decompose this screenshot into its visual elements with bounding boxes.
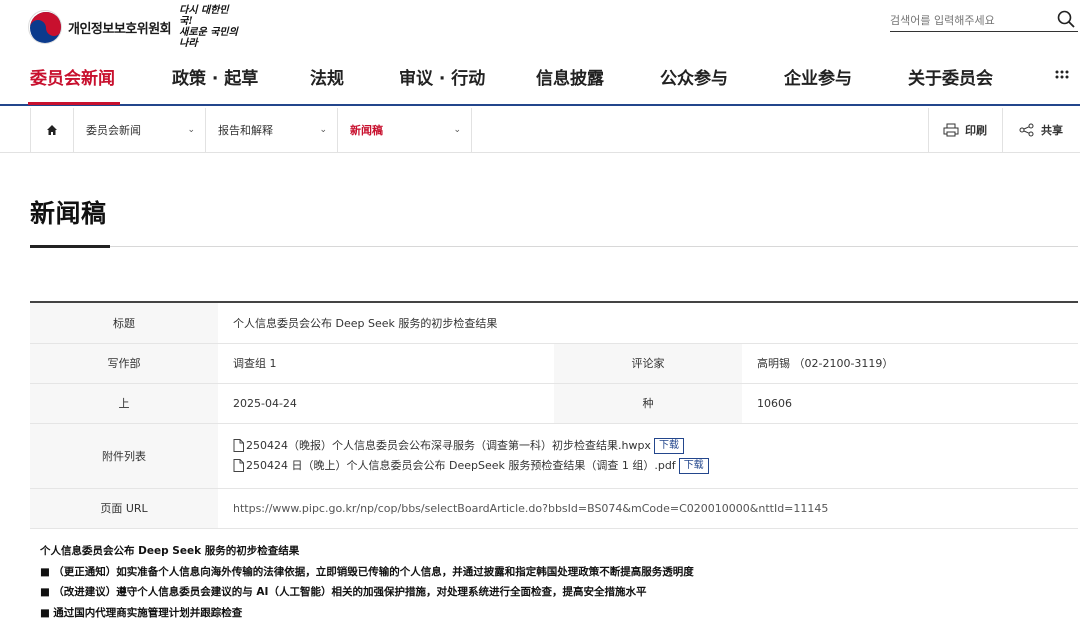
page-title: 新闻稿 (30, 199, 107, 228)
breadcrumb-item-reports[interactable]: 报告和解释 ⌄ (206, 108, 338, 152)
attachments-label: 附件列表 (30, 423, 218, 489)
breadcrumb-label: 新闻稿 (350, 124, 383, 137)
body-line: ■ （更正通知）如实准备个人信息向海外传输的法律依据，立即销毁已传输的个人信息，… (40, 562, 694, 583)
dept-label: 写作部 (30, 343, 218, 384)
body-line-text: 通过国内代理商实施管理计划并跟踪检查 (53, 606, 243, 619)
home-icon[interactable] (30, 108, 74, 152)
taegeuk-logo-icon (28, 10, 62, 44)
org-name: 개인정보보호위원회 (68, 21, 172, 37)
share-button[interactable]: 共享 (1002, 108, 1080, 152)
download-button[interactable]: 下载 (653, 437, 684, 454)
date-value: 2025-04-24 (218, 383, 554, 424)
nav-item-public[interactable]: 公众参与 (660, 64, 728, 89)
reviewer-label: 评论家 (554, 343, 742, 384)
file-icon (233, 439, 244, 452)
article-body: 个人信息委员会公布 Deep Seek 服务的初步检查结果 ■ （更正通知）如实… (40, 541, 694, 619)
nav-item-policy[interactable]: 政策 · 起草 (172, 64, 258, 89)
breadcrumb: 委员会新闻 ⌄ 报告和解释 ⌄ 新闻稿 ⌄ 印刷 共享 (0, 108, 1080, 153)
attachment-filename[interactable]: 250424（晚报）个人信息委员会公布深寻服务（调查第一科）初步检查结果.hwp… (246, 436, 651, 456)
article-lead: 个人信息委员会公布 Deep Seek 服务的初步检查结果 (40, 545, 300, 557)
attachment-item: 250424 日（晚上）个人信息委员会公布 DeepSeek 服务预检查结果（调… (233, 456, 1078, 476)
body-line-text: （更正通知）如实准备个人信息向海外传输的法律依据，立即销毁已传输的个人信息，并通… (53, 565, 694, 578)
nav-item-business[interactable]: 企业参与 (784, 64, 852, 89)
url-label: 页面 URL (30, 488, 218, 529)
views-value: 10606 (742, 383, 1078, 424)
nav-item-review[interactable]: 审议 · 行动 (399, 64, 485, 89)
bullet: ■ (40, 586, 50, 598)
print-icon (943, 123, 959, 137)
nav-item-about[interactable]: 关于委员会 (908, 64, 993, 89)
table-row: 上 2025-04-24 种 10606 (30, 383, 1078, 424)
body-line-text: （改进建议）遵守个人信息委员会建议的与 AI（人工智能）相关的加强保护措施，对处… (53, 586, 647, 598)
slogan-line-1: 다시 대한민국! (179, 5, 229, 27)
date-label: 上 (30, 383, 218, 424)
breadcrumb-item-press-release[interactable]: 新闻稿 ⌄ (338, 108, 472, 152)
site-logo[interactable]: 개인정보보호위원회 다시 대한민국! 새로운 국민의 나라 (28, 5, 239, 49)
nav-active-indicator (28, 102, 120, 105)
slogan: 다시 대한민국! 새로운 국민의 나라 (179, 5, 239, 49)
file-icon (233, 459, 244, 472)
nav-item-law[interactable]: 法规 (310, 64, 344, 89)
breadcrumb-label: 报告和解释 (218, 124, 273, 137)
chevron-down-icon: ⌄ (453, 125, 461, 135)
table-row: 页面 URL https://www.pipc.go.kr/np/cop/bbs… (30, 488, 1078, 529)
attachment-item: 250424（晚报）个人信息委员会公布深寻服务（调查第一科）初步检查结果.hwp… (233, 436, 1078, 456)
search-input[interactable] (890, 10, 1040, 30)
breadcrumb-item-committee-news[interactable]: 委员会新闻 ⌄ (74, 108, 206, 152)
nav-item-committee-news[interactable]: 委员会新闻 (30, 64, 115, 89)
views-label: 种 (554, 383, 742, 424)
print-button[interactable]: 印刷 (928, 108, 1002, 152)
search-icon[interactable] (1056, 9, 1076, 29)
top-header: 개인정보보호위원회 다시 대한민국! 새로운 국민의 나라 (0, 0, 1080, 49)
print-label: 印刷 (965, 124, 987, 137)
table-row: 写作部 调查组 1 评论家 高明锡 （02-2100-3119） (30, 343, 1078, 384)
table-row: 标题 个人信息委员会公布 Deep Seek 服务的初步检查结果 (30, 302, 1078, 344)
body-line: ■ 通过国内代理商实施管理计划并跟踪检查 (40, 603, 694, 619)
chevron-down-icon: ⌄ (319, 125, 327, 135)
bullet: ■ (40, 565, 50, 578)
title-value: 个人信息委员会公布 Deep Seek 服务的初步检查结果 (218, 302, 1078, 344)
share-icon (1019, 123, 1034, 137)
table-row: 附件列表 250424（晚报）个人信息委员会公布深寻服务（调查第一科）初步检查结… (30, 423, 1078, 489)
title-divider (30, 246, 1078, 247)
chevron-down-icon: ⌄ (187, 125, 195, 135)
attachment-filename[interactable]: 250424 日（晚上）个人信息委员会公布 DeepSeek 服务预检查结果（调… (246, 456, 676, 476)
body-line: ■ （改进建议）遵守个人信息委员会建议的与 AI（人工智能）相关的加强保护措施，… (40, 582, 694, 603)
breadcrumb-label: 委员会新闻 (86, 124, 141, 137)
main-nav: 委员会新闻 政策 · 起草 法规 审议 · 行动 信息披露 公众参与 企业参与 … (0, 46, 1080, 106)
all-menu-icon[interactable] (1054, 68, 1070, 84)
nav-item-disclosure[interactable]: 信息披露 (536, 64, 604, 89)
share-label: 共享 (1041, 124, 1063, 137)
download-button[interactable]: 下载 (678, 457, 709, 474)
article-info-table: 标题 个人信息委员会公布 Deep Seek 服务的初步检查结果 写作部 调查组… (30, 301, 1078, 529)
dept-value: 调查组 1 (218, 343, 554, 384)
title-label: 标题 (30, 302, 218, 344)
bullet: ■ (40, 606, 50, 619)
url-value[interactable]: https://www.pipc.go.kr/np/cop/bbs/select… (218, 488, 1078, 529)
attachments-list: 250424（晚报）个人信息委员会公布深寻服务（调查第一科）初步检查结果.hwp… (218, 423, 1078, 489)
title-underline (30, 245, 110, 248)
reviewer-value: 高明锡 （02-2100-3119） (742, 343, 1078, 384)
search-box (890, 8, 1078, 32)
